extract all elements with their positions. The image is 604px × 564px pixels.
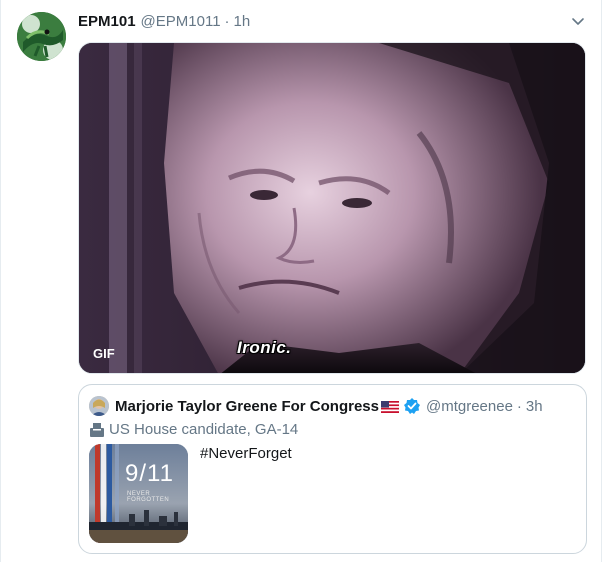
tweet-card[interactable]: EPM101 @EPM1011 · 1h Ironic. GIF Marjori… (0, 0, 602, 562)
thumbnail-title: 9/11 (125, 460, 174, 487)
gif-badge: GIF (93, 346, 115, 361)
quoted-tweet-time[interactable]: 3h (526, 398, 543, 415)
quoted-author-handle[interactable]: @mtgreenee (426, 398, 513, 415)
quoted-author-name[interactable]: Marjorie Taylor Greene For Congress (115, 398, 379, 415)
gif-media[interactable]: Ironic. GIF (78, 42, 586, 374)
author-name[interactable]: EPM101 (78, 13, 136, 30)
quoted-tweet[interactable]: Marjorie Taylor Greene For Congress @mtg… (78, 384, 587, 554)
gif-caption: Ironic. (237, 338, 292, 357)
quoted-tweet-text[interactable]: #NeverForget (200, 445, 292, 462)
account-label: US House candidate, GA-14 (89, 421, 298, 438)
separator: · (224, 12, 230, 30)
ballot-box-icon (89, 422, 105, 437)
quoted-tweet-header: Marjorie Taylor Greene For Congress @mtg… (89, 395, 543, 417)
tweet-time[interactable]: 1h (234, 13, 251, 30)
author-avatar[interactable] (17, 12, 66, 61)
quoted-media-thumbnail[interactable]: 9/11 NEVER FORGOTTEN (89, 444, 188, 543)
us-flag-icon (380, 400, 399, 413)
chevron-down-icon[interactable] (569, 12, 587, 30)
separator: · (516, 397, 522, 415)
author-handle[interactable]: @EPM1011 (141, 13, 221, 30)
account-label-text: US House candidate, GA-14 (109, 421, 299, 438)
verified-badge-icon (403, 397, 421, 415)
quoted-author-avatar[interactable] (89, 396, 109, 416)
lizard-avatar-icon (17, 12, 66, 61)
tweet-header: EPM101 @EPM1011 · 1h (78, 11, 250, 31)
gif-frame-image (79, 43, 585, 373)
thumbnail-subtitle: NEVER FORGOTTEN (127, 491, 170, 503)
